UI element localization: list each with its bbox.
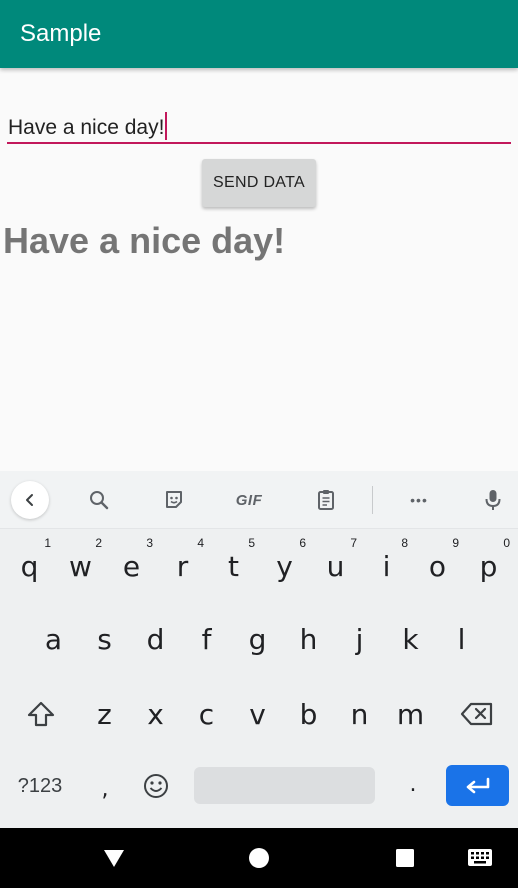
key-g[interactable]: g [232,611,283,667]
comma-key[interactable]: , [80,761,130,817]
result-text: Have a nice day! [3,220,286,261]
period-key[interactable]: . [388,756,438,812]
sticker-icon[interactable] [159,484,189,516]
key-b[interactable]: b [283,686,334,742]
enter-key[interactable] [446,765,509,806]
keyboard-switch-icon[interactable] [466,846,494,870]
gif-icon[interactable]: GIF [232,484,266,516]
key-z[interactable]: z [79,686,130,742]
message-input-value: Have a nice day! [8,116,165,139]
key-q[interactable]: q1 [4,536,55,594]
message-input[interactable]: Have a nice day! [7,108,511,144]
key-n[interactable]: n [334,686,385,742]
key-a[interactable]: a [28,611,79,667]
back-nav-icon[interactable] [100,846,128,870]
home-nav-icon[interactable] [245,846,273,870]
key-w[interactable]: w2 [55,536,106,594]
key-e[interactable]: e3 [106,536,157,594]
enter-icon [466,777,489,793]
key-t[interactable]: t5 [208,536,259,594]
text-cursor [165,112,168,140]
back-icon[interactable] [11,481,49,519]
key-v[interactable]: v [232,686,283,742]
recents-nav-icon[interactable] [391,846,419,870]
more-icon[interactable]: ••• [402,484,436,516]
key-x[interactable]: x [130,686,181,742]
keyboard-toolbar: GIF ••• [0,471,518,529]
mic-icon[interactable] [478,484,508,516]
shift-icon [27,701,55,727]
toolbar-divider [372,486,373,514]
backspace-icon [460,702,493,726]
key-f[interactable]: f [181,611,232,667]
key-r[interactable]: r4 [157,536,208,594]
key-l[interactable]: l [436,611,487,667]
key-u[interactable]: u7 [310,536,361,594]
key-i[interactable]: i8 [361,536,412,594]
shift-key[interactable] [14,686,68,742]
send-data-button[interactable]: SEND DATA [202,159,316,207]
key-m[interactable]: m [385,686,436,742]
main-content: Have a nice day! SEND DATA Have a nice d… [0,68,518,471]
key-c[interactable]: c [181,686,232,742]
key-j[interactable]: j [334,611,385,667]
key-y[interactable]: y6 [259,536,310,594]
soft-keyboard: GIF ••• q1 w2 e3 r4 t5 y6 u7 i8 o9 p0 a … [0,471,518,828]
space-bar[interactable] [194,767,375,804]
emoji-key[interactable] [131,758,181,814]
app-title: Sample [20,20,102,47]
key-p[interactable]: p0 [463,536,514,594]
key-d[interactable]: d [130,611,181,667]
navigation-bar [0,828,518,888]
search-icon[interactable] [84,484,114,516]
key-o[interactable]: o9 [412,536,463,594]
clipboard-icon[interactable] [311,484,341,516]
emoji-icon [144,774,168,798]
key-k[interactable]: k [385,611,436,667]
key-h[interactable]: h [283,611,334,667]
backspace-key[interactable] [450,686,504,742]
app-bar: Sample [0,0,518,68]
symbols-key[interactable]: ?123 [6,758,74,814]
key-s[interactable]: s [79,611,130,667]
